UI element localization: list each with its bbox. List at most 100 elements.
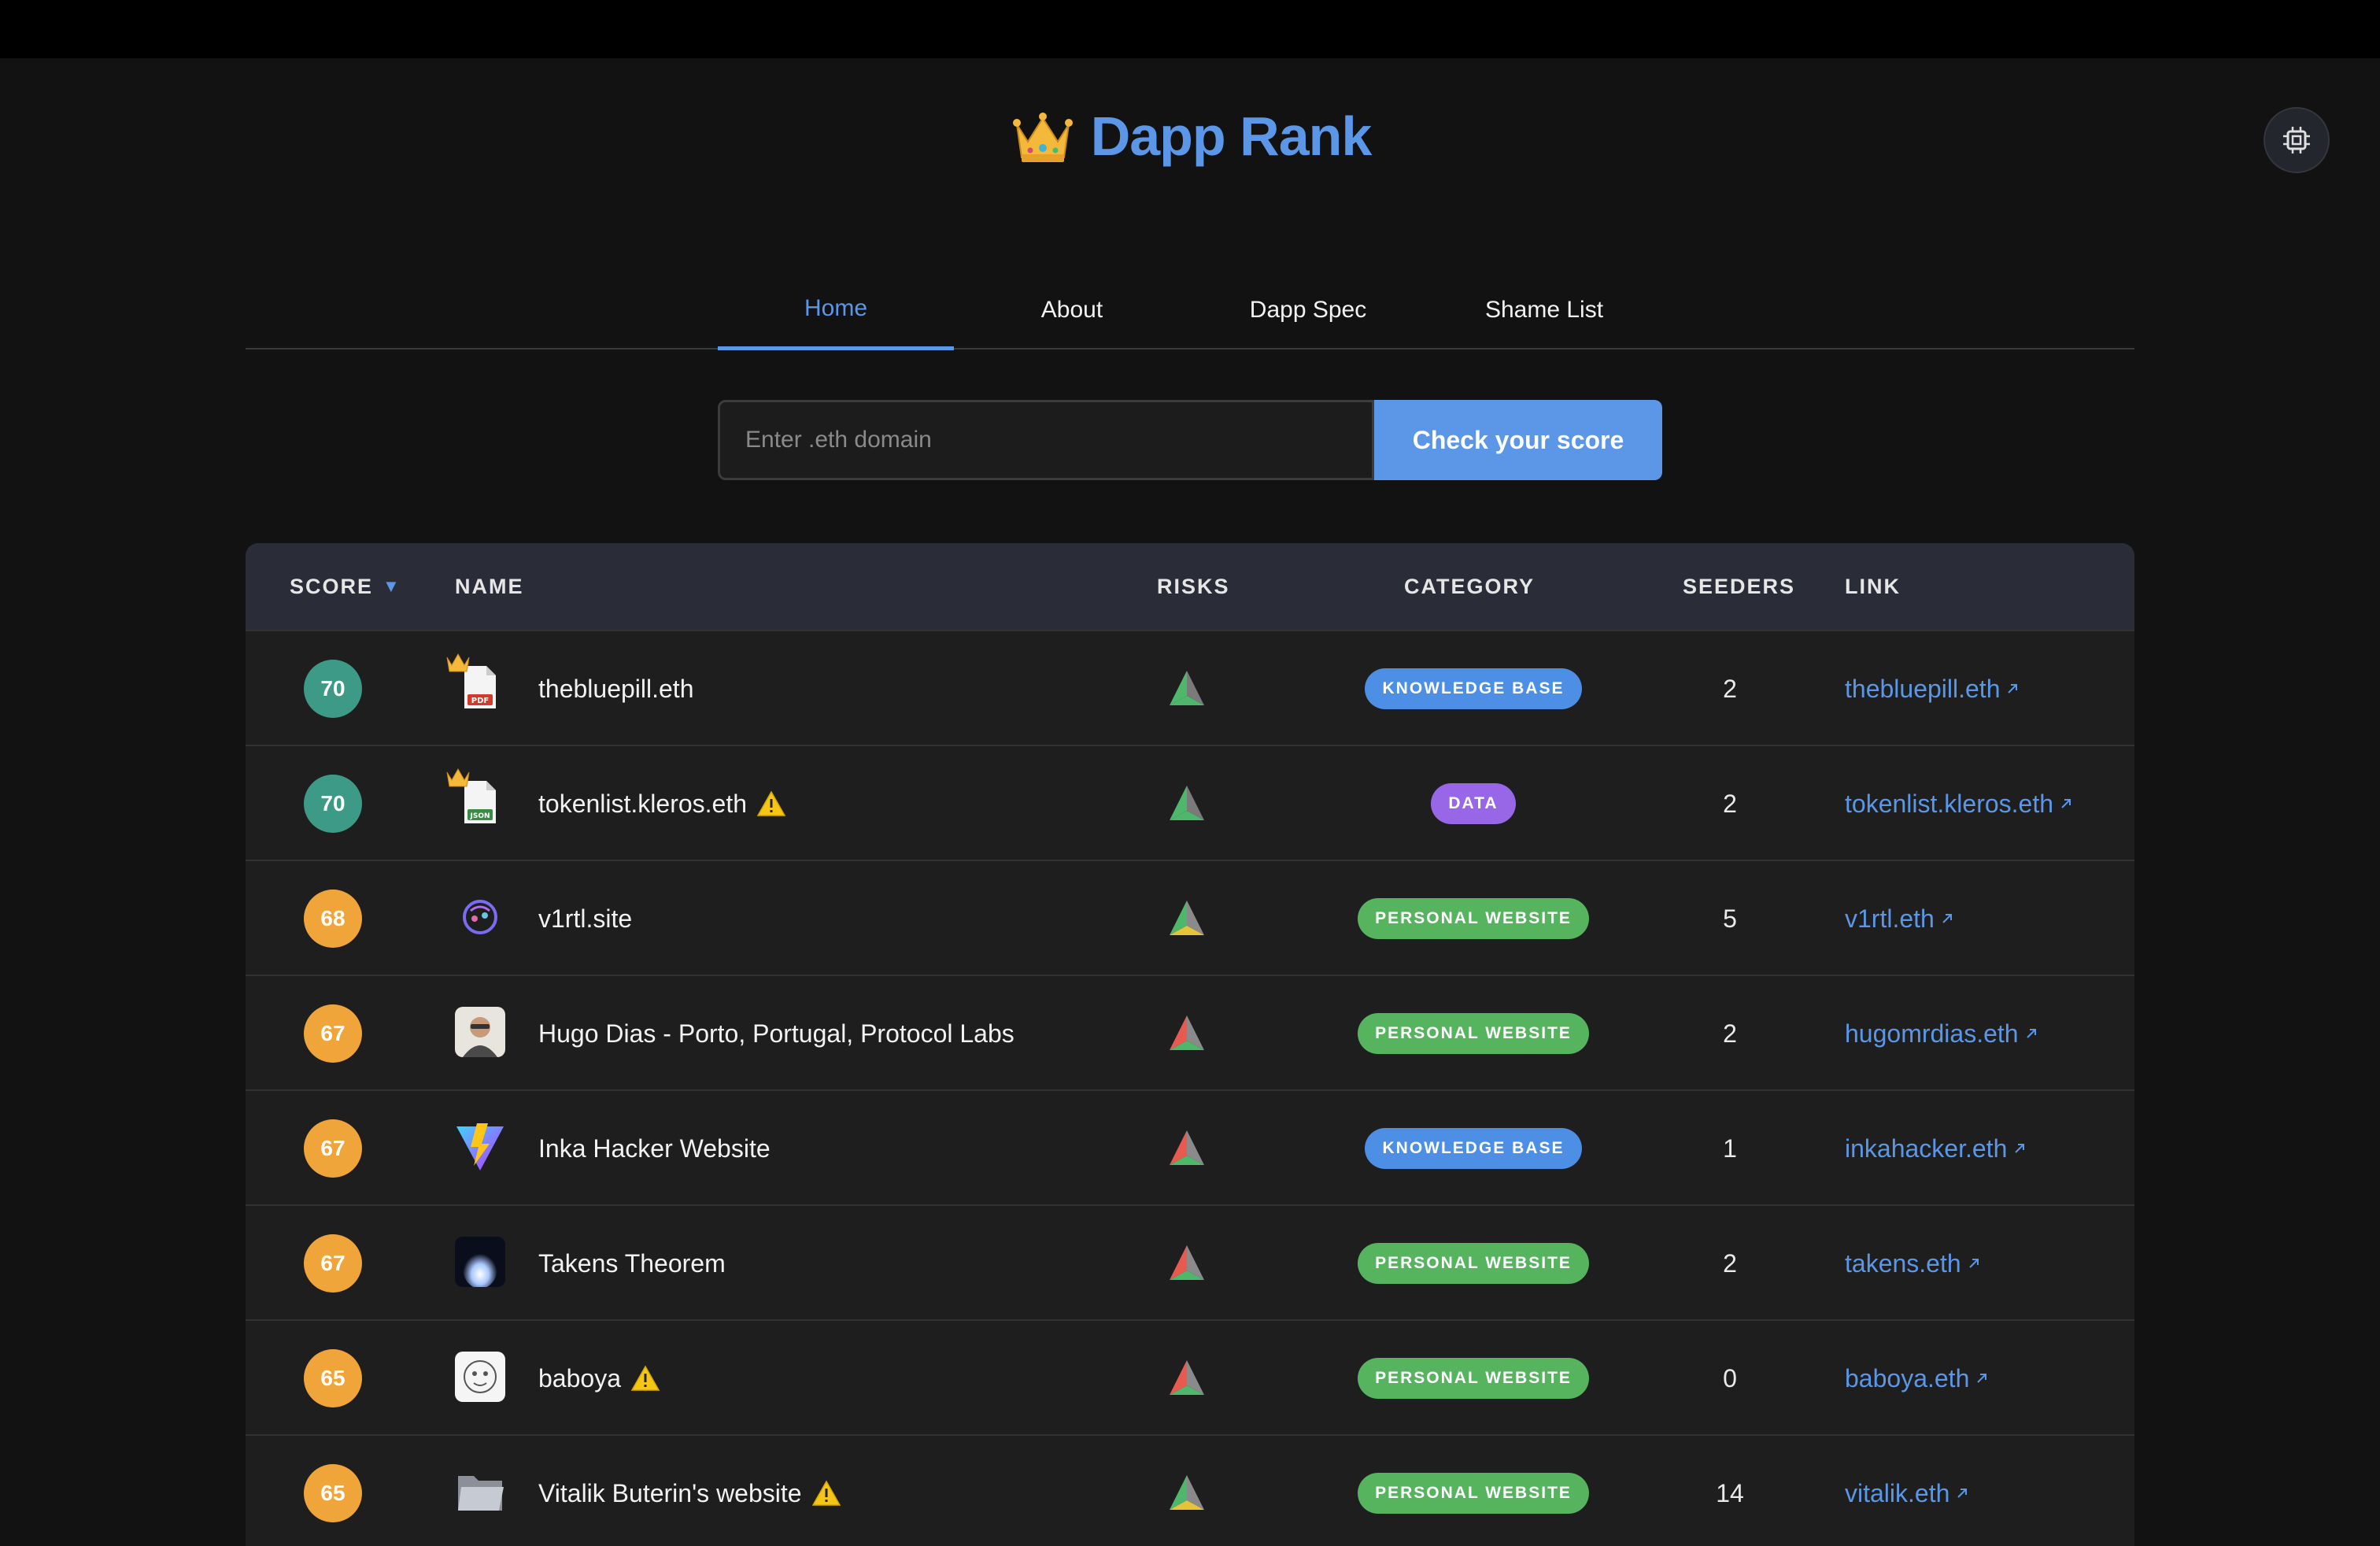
risks-cell[interactable] (1165, 1321, 1209, 1436)
light-burst-icon (455, 1236, 505, 1291)
dapp-avatar (455, 1351, 505, 1406)
table-row[interactable]: 67 Hugo Dias - Porto, Portugal, Protocol… (246, 975, 2134, 1089)
tab-dapp-spec[interactable]: Dapp Spec (1190, 271, 1426, 350)
score-cell: 67 (304, 1206, 362, 1321)
score-badge: 67 (304, 1119, 362, 1178)
domain-search-input[interactable] (718, 400, 1374, 480)
link-cell[interactable]: tokenlist.kleros.eth (1845, 746, 2074, 861)
dapp-link[interactable]: tokenlist.kleros.eth (1845, 790, 2053, 819)
link-cell[interactable]: v1rtl.eth (1845, 861, 1955, 976)
portrait-avatar-icon (455, 1006, 505, 1061)
warning-icon (756, 790, 786, 816)
dapp-link[interactable]: baboya.eth (1845, 1364, 1969, 1393)
risk-triangle-icon (1170, 1130, 1204, 1165)
vite-logo-icon (455, 1122, 505, 1176)
seeders-count: 2 (1723, 789, 1737, 818)
link-cell[interactable]: vitalik.eth (1845, 1436, 1970, 1546)
table-body: 70 PDF thebluepill.eth KNOWLEDGE BASE 2 … (246, 630, 2134, 1546)
column-name: NAME (455, 574, 524, 598)
chip-icon (2283, 127, 2310, 153)
page-title: Dapp Rank (1090, 105, 1373, 167)
name-cell: Hugo Dias - Porto, Portugal, Protocol La… (455, 976, 1014, 1091)
seeders-count: 5 (1723, 904, 1737, 933)
dapp-avatar (455, 1468, 505, 1518)
risk-triangle-icon (1170, 786, 1204, 820)
name-cell: v1rtl.site (455, 861, 632, 976)
search-bar: Check your score (718, 400, 1662, 480)
column-seeders: SEEDERS (1683, 574, 1796, 598)
external-link-icon (2015, 1144, 2025, 1153)
column-risks: RISKS (1157, 574, 1230, 598)
dapp-avatar (455, 1006, 505, 1061)
table-row[interactable]: 65 baboya PERSONAL WEBSITE 0 baboya.eth (246, 1319, 2134, 1434)
score-cell: 65 (304, 1436, 362, 1546)
score-badge: 70 (304, 660, 362, 718)
name-cell: JSON tokenlist.kleros.eth (446, 746, 786, 861)
sketch-avatar-icon (455, 1351, 505, 1406)
seeders-count: 2 (1723, 674, 1737, 703)
dapp-link[interactable]: inkahacker.eth (1845, 1134, 2007, 1163)
link-cell[interactable]: takens.eth (1845, 1206, 1982, 1321)
table-row[interactable]: 67 Inka Hacker Website KNOWLEDGE BASE 1 … (246, 1089, 2134, 1204)
dapp-link[interactable]: v1rtl.eth (1845, 904, 1935, 934)
name-cell: Inka Hacker Website (455, 1091, 771, 1206)
risk-triangle-icon (1170, 671, 1204, 705)
link-cell[interactable]: baboya.eth (1845, 1321, 1990, 1436)
risks-cell[interactable] (1165, 1206, 1209, 1321)
dapp-link[interactable]: thebluepill.eth (1845, 675, 2000, 704)
link-cell[interactable]: hugomrdias.eth (1845, 976, 2039, 1091)
risk-triangle-icon (1170, 901, 1204, 935)
category-cell: KNOWLEDGE BASE (1347, 631, 1599, 746)
v1rtl-logo-icon (460, 897, 501, 941)
header: Dapp Rank (0, 58, 2380, 224)
table-row[interactable]: 68 v1rtl.site PERSONAL WEBSITE 5 v1rtl.e… (246, 860, 2134, 975)
name-cell: Vitalik Buterin's website (455, 1436, 841, 1546)
risks-cell[interactable] (1165, 976, 1209, 1091)
table-row[interactable]: 70 PDF thebluepill.eth KNOWLEDGE BASE 2 … (246, 630, 2134, 745)
score-badge: 65 (304, 1464, 362, 1522)
dapp-avatar (455, 1123, 505, 1174)
seeders-count: 1 (1723, 1134, 1737, 1163)
risks-cell[interactable] (1165, 1091, 1209, 1206)
score-badge: 65 (304, 1349, 362, 1407)
category-badge: KNOWLEDGE BASE (1365, 668, 1582, 709)
tab-home[interactable]: Home (718, 271, 954, 350)
seeders-count: 14 (1716, 1478, 1744, 1507)
dapp-link[interactable]: takens.eth (1845, 1249, 1961, 1278)
category-cell: DATA (1347, 746, 1599, 861)
check-score-button[interactable]: Check your score (1374, 400, 1662, 480)
table-row[interactable]: 67 Takens Theorem PERSONAL WEBSITE 2 tak… (246, 1204, 2134, 1319)
score-badge: 68 (304, 890, 362, 948)
dapp-link[interactable]: vitalik.eth (1845, 1479, 1949, 1508)
risks-cell[interactable] (1165, 1436, 1209, 1546)
score-cell: 70 (304, 746, 362, 861)
risks-cell[interactable] (1165, 861, 1209, 976)
risks-cell[interactable] (1165, 746, 1209, 861)
risk-triangle-icon (1170, 1475, 1204, 1510)
tab-shame-list[interactable]: Shame List (1426, 271, 1662, 350)
seeders-count: 0 (1723, 1363, 1737, 1393)
external-link-icon (2008, 684, 2018, 693)
link-cell[interactable]: inkahacker.eth (1845, 1091, 2027, 1206)
crown-icon (1012, 113, 1073, 162)
dapp-name: Takens Theorem (538, 1248, 726, 1278)
link-cell[interactable]: thebluepill.eth (1845, 631, 2020, 746)
column-score[interactable]: SCORE ▼ (290, 543, 401, 630)
seeders-count: 2 (1723, 1019, 1737, 1048)
risk-triangle-icon (1170, 1360, 1204, 1395)
score-cell: 68 (304, 861, 362, 976)
tab-about[interactable]: About (954, 271, 1190, 350)
name-cell: baboya (455, 1321, 660, 1436)
external-link-icon (1957, 1489, 1968, 1498)
risk-triangle-icon (1170, 1245, 1204, 1280)
dapp-name: Vitalik Buterin's website (538, 1478, 802, 1507)
crown-icon (446, 653, 470, 672)
table-row[interactable]: 65 Vitalik Buterin's website PERSONAL WE… (246, 1434, 2134, 1546)
external-link-icon (1977, 1374, 1987, 1383)
brand[interactable]: Dapp Rank (0, 102, 2380, 170)
risks-cell[interactable] (1165, 631, 1209, 746)
dapp-link[interactable]: hugomrdias.eth (1845, 1019, 2019, 1049)
table-row[interactable]: 70 JSON tokenlist.kleros.eth DATA 2 toke… (246, 745, 2134, 860)
score-cell: 67 (304, 1091, 362, 1206)
settings-button[interactable] (2264, 107, 2330, 173)
